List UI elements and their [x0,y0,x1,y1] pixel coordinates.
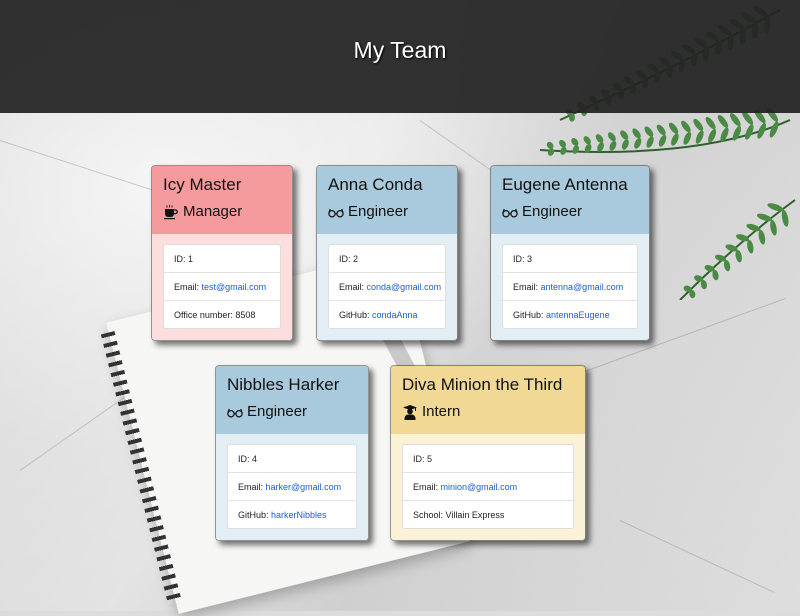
github-label: GitHub: [339,310,373,320]
employee-name: Anna Conda [328,175,423,194]
info-list: ID: 1 Email: test@gmail.com Office numbe… [163,244,281,329]
email-label: Email: [238,482,266,492]
employee-id: ID: 2 [339,254,359,264]
info-list: ID: 5 Email: minion@gmail.com School: Vi… [402,444,574,529]
role-label: Engineer [522,203,583,220]
email-label: Email: [513,282,541,292]
card-header: Nibbles Harker Engineer [216,366,368,434]
employee-role: Intern [402,403,574,420]
card-body: ID: 1 Email: test@gmail.com Office numbe… [152,234,292,340]
email-link[interactable]: test@gmail.com [202,282,267,292]
employee-email-row: Email: conda@gmail.com [329,272,445,300]
glasses-icon [328,208,344,218]
employee-email-row: Email: antenna@gmail.com [503,272,637,300]
employee-id: ID: 5 [413,454,433,464]
coffee-icon [164,204,178,219]
employee-name: Nibbles Harker [227,375,340,394]
employee-name: Diva Minion the Third [402,375,563,394]
employee-email-row: Email: minion@gmail.com [403,472,573,500]
github-link[interactable]: antennaEugene [546,310,610,320]
employee-role: Engineer [328,203,446,220]
employee-role: Engineer [227,403,357,420]
role-label: Manager [183,203,243,220]
card-header: Eugene Antenna Engineer [491,166,649,234]
email-link[interactable]: minion@gmail.com [441,482,518,492]
github-row: GitHub: antennaEugene [503,300,637,328]
page-header: My Team [0,0,800,113]
employee-id: ID: 3 [513,254,533,264]
email-label: Email: [174,282,202,292]
card-header: Diva Minion the Third Intern [391,366,585,434]
github-link[interactable]: condaAnna [372,310,418,320]
employee-email-row: Email: harker@gmail.com [228,472,356,500]
email-link[interactable]: antenna@gmail.com [541,282,624,292]
role-label: Intern [422,403,461,420]
glasses-icon [502,208,518,218]
card-body: ID: 3 Email: antenna@gmail.com GitHub: a… [491,234,649,340]
info-list: ID: 3 Email: antenna@gmail.com GitHub: a… [502,244,638,329]
employee-card-engineer: Anna Conda Engineer ID: 2 Email: conda@g… [316,165,458,341]
card-header: Icy Master Manager [152,166,292,234]
glasses-icon [227,408,243,418]
info-list: ID: 2 Email: conda@gmail.com GitHub: con… [328,244,446,329]
card-body: ID: 2 Email: conda@gmail.com GitHub: con… [317,234,457,340]
role-label: Engineer [247,403,308,420]
github-label: GitHub: [513,310,547,320]
github-row: GitHub: harkerNibbles [228,500,356,528]
card-body: ID: 4 Email: harker@gmail.com GitHub: ha… [216,434,368,540]
employee-role: Manager [163,203,281,220]
card-header: Anna Conda Engineer [317,166,457,234]
employee-card-engineer: Eugene Antenna Engineer ID: 3 Email: ant… [490,165,650,341]
github-link[interactable]: harkerNibbles [271,510,327,520]
github-label: GitHub: [238,510,272,520]
employee-id: ID: 1 [174,254,194,264]
employee-card-intern: Diva Minion the Third Intern ID: 5 Email… [390,365,586,541]
github-row: GitHub: condaAnna [329,300,445,328]
employee-name: Icy Master [163,175,242,194]
employee-name: Eugene Antenna [502,175,628,194]
email-label: Email: [413,482,441,492]
employee-card-engineer: Nibbles Harker Engineer ID: 4 Email: har… [215,365,369,541]
employee-email-row: Email: test@gmail.com [164,272,280,300]
role-label: Engineer [348,203,409,220]
info-list: ID: 4 Email: harker@gmail.com GitHub: ha… [227,444,357,529]
employee-id: ID: 4 [238,454,258,464]
card-body: ID: 5 Email: minion@gmail.com School: Vi… [391,434,585,540]
school-row: School: Villain Express [403,500,573,528]
email-link[interactable]: conda@gmail.com [367,282,442,292]
office-number: Office number: 8508 [164,300,280,328]
employee-role: Engineer [502,203,638,220]
email-link[interactable]: harker@gmail.com [266,482,342,492]
graduate-icon [403,404,417,420]
email-label: Email: [339,282,367,292]
page-title: My Team [353,37,447,63]
employee-card-manager: Icy Master Manager ID: 1 Email: test@gma… [151,165,293,341]
